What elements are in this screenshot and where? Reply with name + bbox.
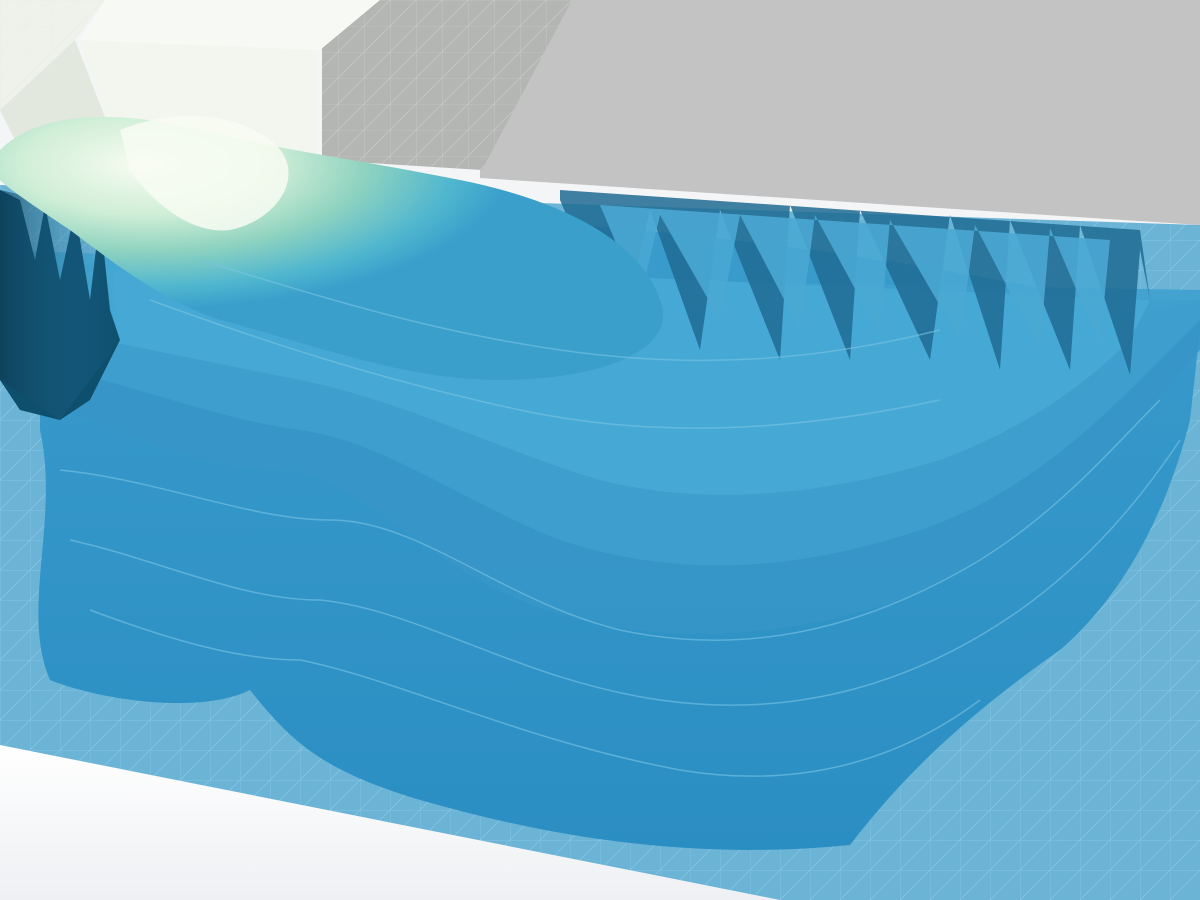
3d-viewport[interactable] xyxy=(0,0,1200,900)
cfd-scene xyxy=(0,0,1200,900)
